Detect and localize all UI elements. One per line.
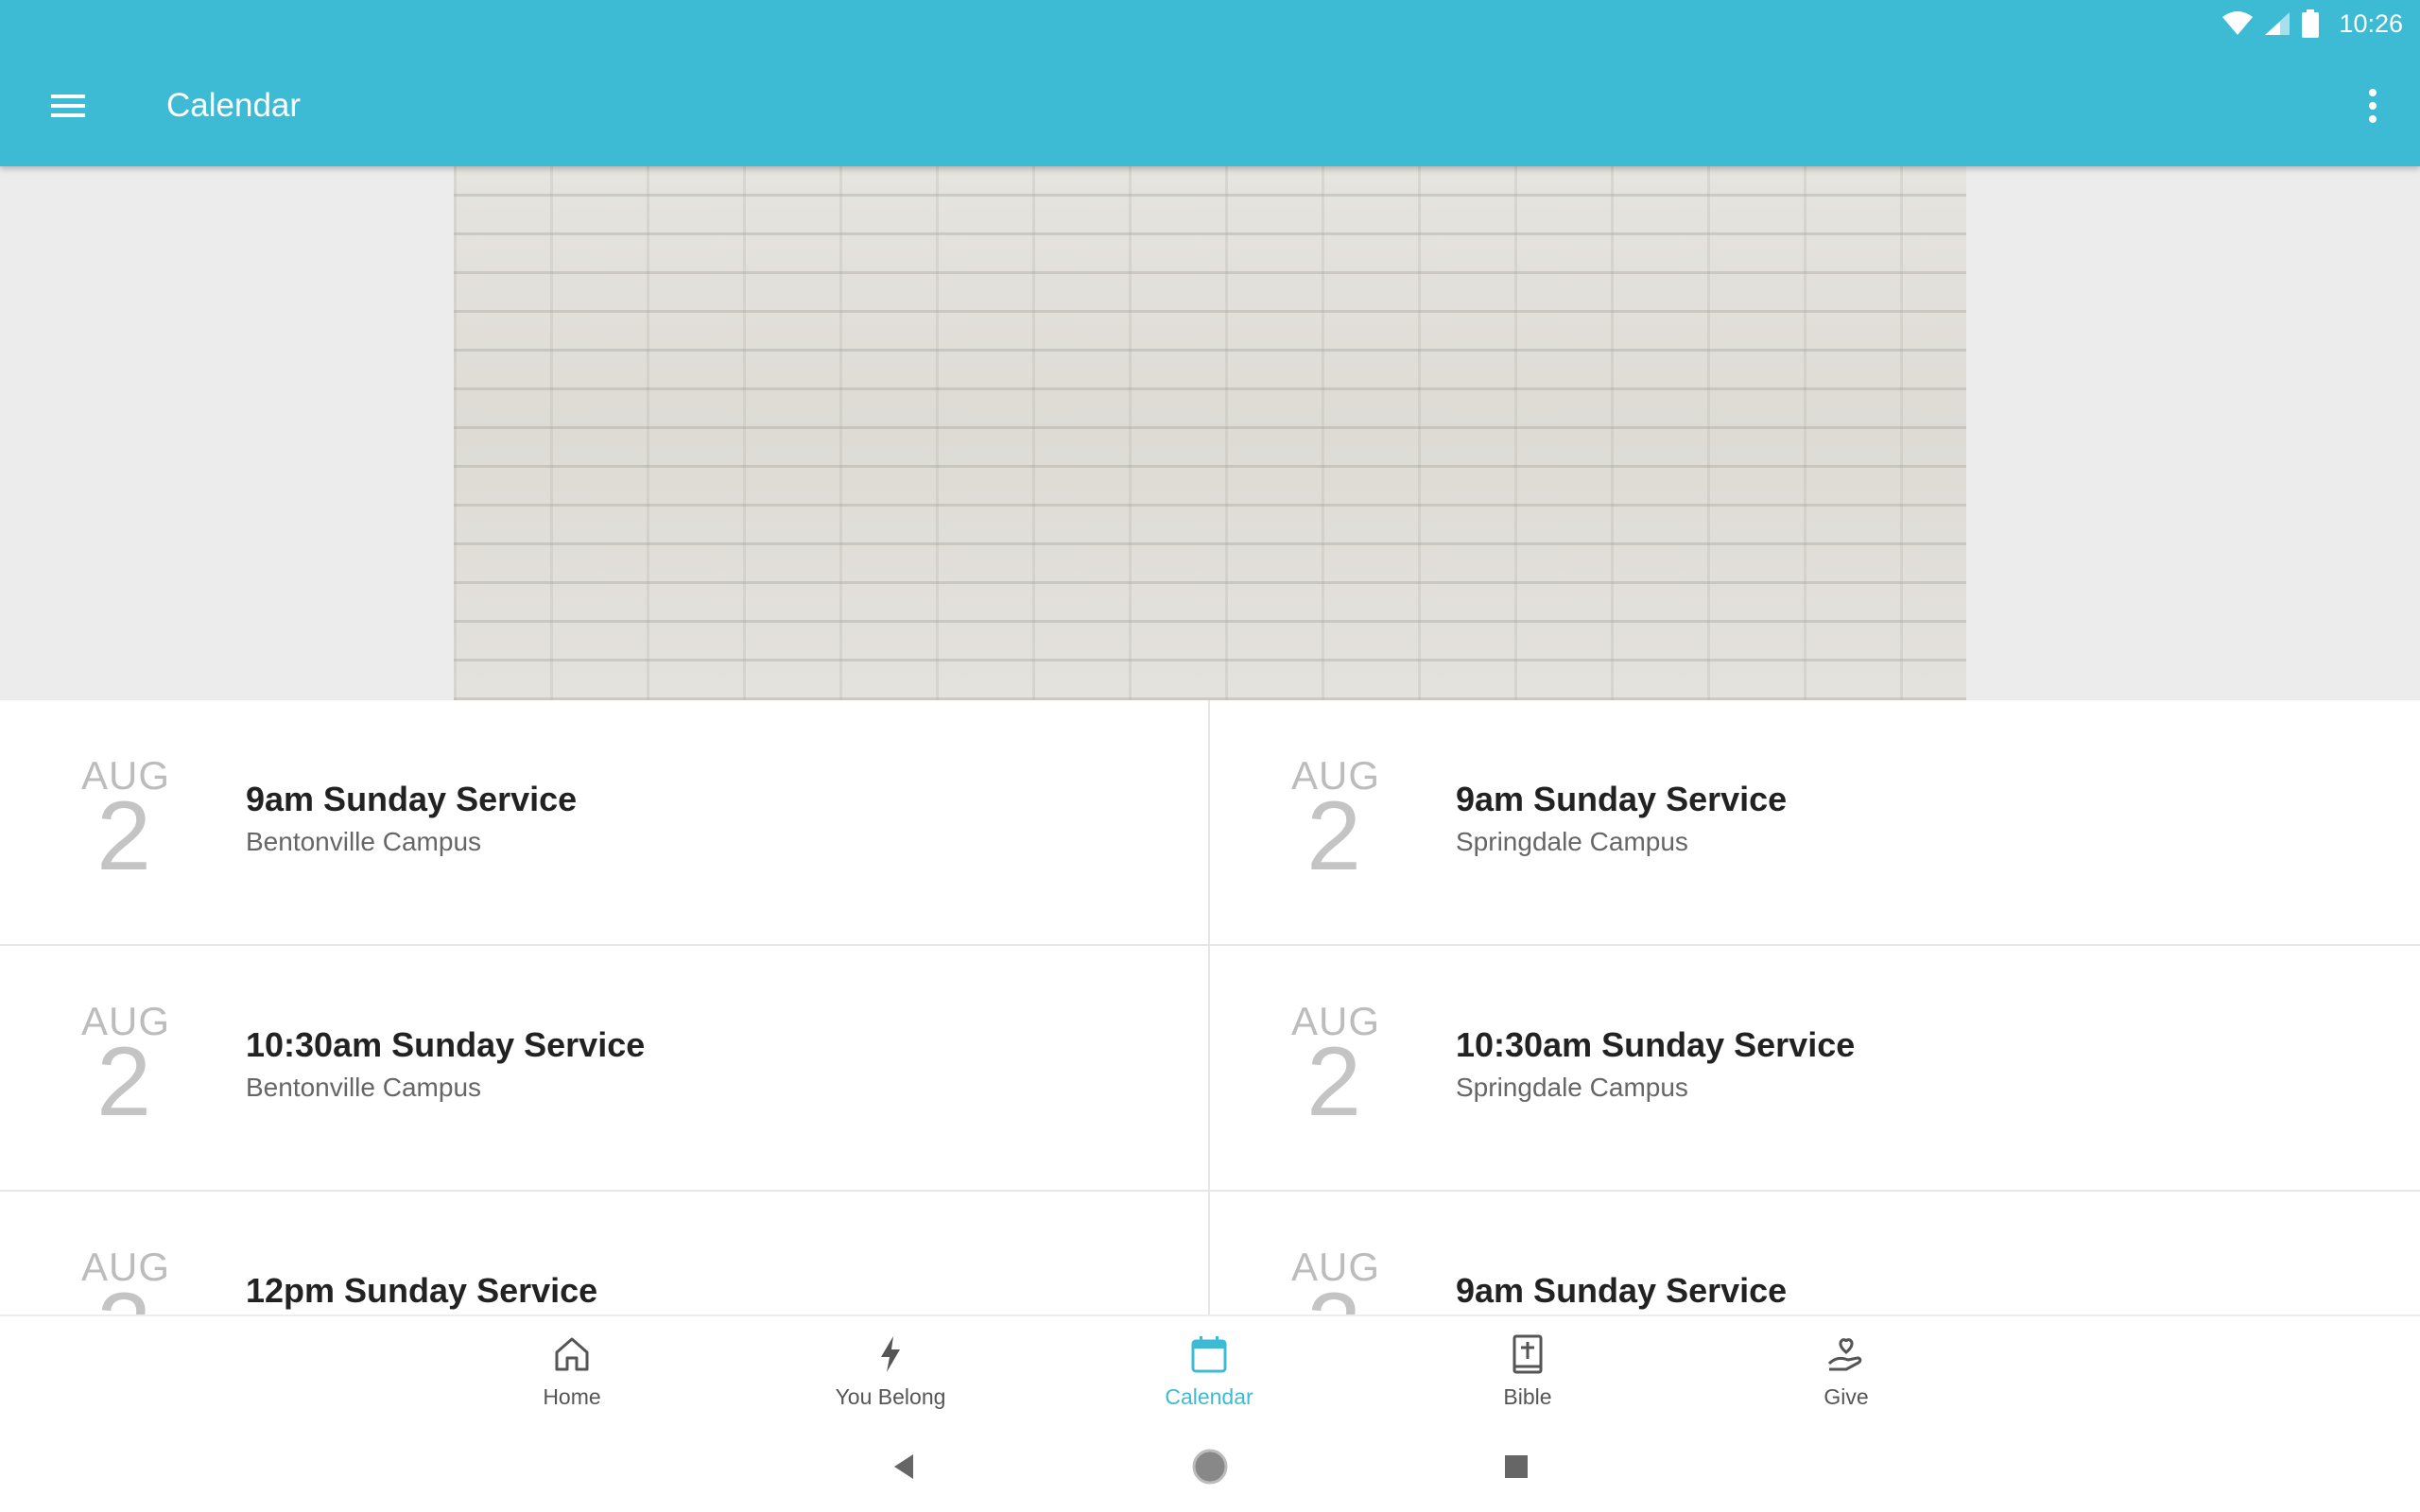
nav-label: Home	[543, 1384, 601, 1409]
event-card[interactable]: AUG 2 9am Sunday Service	[1210, 1192, 2420, 1314]
overflow-menu-button[interactable]	[2350, 83, 2395, 129]
menu-button[interactable]	[45, 85, 91, 127]
nav-label: Give	[1824, 1384, 1869, 1409]
more-vert-icon	[2369, 89, 2377, 123]
event-title: 9am Sunday Service	[1456, 780, 1788, 818]
hamburger-menu-icon	[51, 94, 85, 117]
system-home-button[interactable]	[1188, 1445, 1232, 1488]
event-list[interactable]: AUG 2 9am Sunday Service Bentonville Cam…	[0, 700, 2420, 1314]
nav-item-calendar[interactable]: Calendar	[1105, 1333, 1313, 1410]
event-day: 2	[96, 1027, 151, 1137]
event-card[interactable]: AUG 2 9am Sunday Service Springdale Camp…	[1210, 700, 2420, 946]
nav-item-bible[interactable]: Bible	[1424, 1333, 1632, 1410]
bible-icon	[1512, 1334, 1543, 1374]
status-time: 10:26	[2339, 9, 2403, 38]
banner-area	[0, 166, 2420, 700]
nav-item-give[interactable]: Give	[1742, 1333, 1950, 1410]
wifi-icon	[2222, 11, 2254, 35]
cellular-signal-icon	[2265, 12, 2290, 35]
back-icon	[894, 1454, 913, 1479]
calendar-icon	[1191, 1336, 1227, 1373]
lightning-bolt-icon	[881, 1336, 900, 1372]
home-icon	[555, 1337, 589, 1371]
event-card[interactable]: AUG 2 9am Sunday Service Bentonville Cam…	[0, 700, 1210, 946]
battery-icon	[2302, 9, 2320, 38]
app-bar: 10:26 Calendar	[0, 0, 2420, 166]
event-card[interactable]: AUG 2 10:30am Sunday Service Springdale …	[1210, 946, 2420, 1192]
event-day: 2	[96, 782, 151, 891]
event-card[interactable]: AUG 2 12pm Sunday Service	[0, 1192, 1210, 1314]
event-title: 9am Sunday Service	[246, 780, 578, 818]
page-title: Calendar	[166, 87, 302, 124]
event-title: 9am Sunday Service	[1456, 1271, 1788, 1310]
event-location: Bentonville Campus	[246, 827, 482, 856]
event-title: 12pm Sunday Service	[246, 1271, 598, 1310]
system-recents-button[interactable]	[1495, 1445, 1538, 1488]
banner-image	[454, 166, 1966, 700]
bottom-navigation: Home You Belong Calendar Bible Give	[0, 1314, 2420, 1426]
status-bar: 10:26	[2221, 8, 2403, 40]
event-day: 2	[1306, 1027, 1361, 1137]
system-navigation-bar	[0, 1426, 2420, 1512]
event-day: 2	[81, 1279, 166, 1314]
nav-label: You Belong	[835, 1384, 946, 1409]
event-location: Springdale Campus	[1456, 1073, 1688, 1102]
nav-item-home[interactable]: Home	[468, 1333, 676, 1410]
event-title: 10:30am Sunday Service	[1456, 1025, 1856, 1064]
system-back-button[interactable]	[883, 1445, 926, 1488]
recents-square-icon	[1505, 1455, 1528, 1478]
nav-label: Calendar	[1165, 1384, 1253, 1409]
nav-label: Bible	[1503, 1384, 1552, 1409]
event-day: 2	[1306, 782, 1361, 891]
nav-item-you-belong[interactable]: You Belong	[786, 1333, 994, 1410]
event-card[interactable]: AUG 2 10:30am Sunday Service Bentonville…	[0, 946, 1210, 1192]
event-title: 10:30am Sunday Service	[246, 1025, 646, 1064]
event-day: 2	[1291, 1279, 1376, 1314]
home-circle-icon	[1192, 1449, 1228, 1485]
event-location: Springdale Campus	[1456, 827, 1688, 856]
event-location: Bentonville Campus	[246, 1073, 482, 1102]
give-hand-heart-icon	[1827, 1338, 1862, 1371]
